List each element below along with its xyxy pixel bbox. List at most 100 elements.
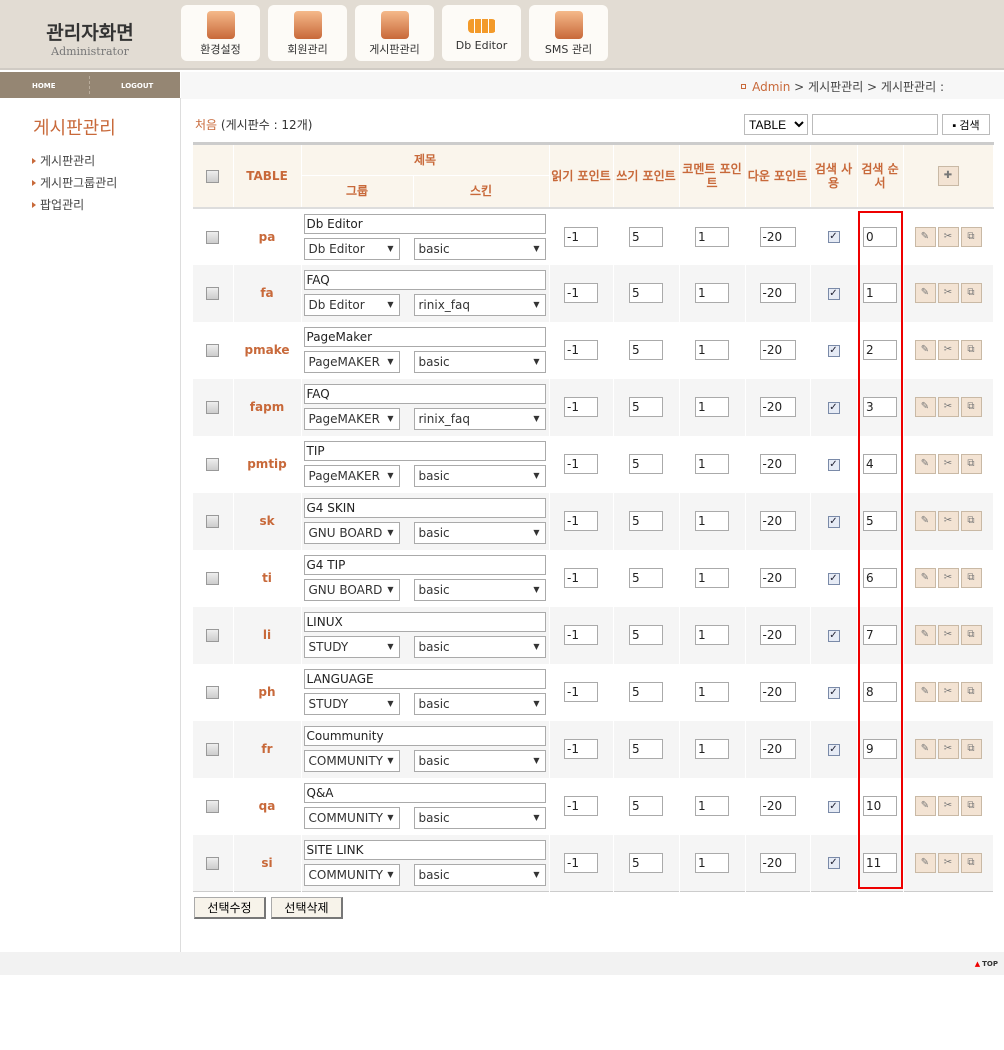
- read-point-input[interactable]: -1: [564, 511, 598, 531]
- comment-point-input[interactable]: 1: [695, 682, 729, 702]
- group-select[interactable]: COMMUNITY: [303, 750, 400, 772]
- menu-members[interactable]: 회원관리: [268, 5, 347, 61]
- delete-selected-button[interactable]: 선택삭제: [271, 897, 343, 919]
- copy-icon[interactable]: ⧉: [960, 454, 982, 474]
- read-point-input[interactable]: -1: [564, 226, 598, 247]
- table-name[interactable]: ti: [233, 549, 302, 607]
- table-name[interactable]: fa: [233, 264, 302, 322]
- search-order-input[interactable]: 1: [863, 283, 897, 303]
- title-input[interactable]: LINUX: [303, 612, 546, 632]
- sidebar-item-board[interactable]: 게시판관리: [32, 152, 117, 174]
- search-order-input[interactable]: 7: [863, 625, 897, 645]
- read-point-input[interactable]: -1: [564, 568, 598, 588]
- group-select[interactable]: STUDY: [303, 636, 400, 658]
- edit-icon[interactable]: ✎: [914, 283, 936, 303]
- home-link[interactable]: HOME: [32, 82, 56, 90]
- table-name[interactable]: pmake: [233, 321, 302, 379]
- table-name[interactable]: si: [233, 834, 302, 892]
- cut-icon[interactable]: ✂: [937, 739, 959, 759]
- search-order-input[interactable]: 10: [863, 796, 897, 816]
- breadcrumb-admin[interactable]: Admin: [752, 80, 790, 94]
- write-point-input[interactable]: 5: [629, 796, 663, 816]
- skin-select[interactable]: basic: [413, 351, 546, 373]
- title-input[interactable]: SITE LINK: [303, 839, 546, 860]
- search-use-checkbox[interactable]: ✓: [827, 629, 840, 642]
- skin-select[interactable]: basic: [413, 807, 546, 829]
- select-all-checkbox[interactable]: [206, 169, 220, 183]
- comment-point-input[interactable]: 1: [695, 283, 729, 303]
- group-select[interactable]: Db Editor: [303, 237, 400, 260]
- edit-icon[interactable]: ✎: [914, 739, 936, 759]
- comment-point-input[interactable]: 1: [695, 568, 729, 588]
- row-checkbox[interactable]: [206, 401, 220, 414]
- table-name[interactable]: qa: [233, 777, 302, 835]
- copy-icon[interactable]: ⧉: [960, 796, 982, 816]
- search-order-input[interactable]: 4: [863, 454, 897, 474]
- down-point-input[interactable]: -20: [759, 397, 796, 417]
- copy-icon[interactable]: ⧉: [960, 397, 982, 417]
- search-order-input[interactable]: 3: [863, 397, 897, 417]
- read-point-input[interactable]: -1: [564, 454, 598, 474]
- sidebar-item-popup[interactable]: 팝업관리: [32, 196, 117, 218]
- down-point-input[interactable]: -20: [759, 852, 796, 873]
- down-point-input[interactable]: -20: [759, 454, 796, 474]
- comment-point-input[interactable]: 1: [695, 454, 729, 474]
- cut-icon[interactable]: ✂: [937, 511, 959, 531]
- search-button[interactable]: ▪ 검색: [942, 114, 990, 135]
- write-point-input[interactable]: 5: [629, 682, 663, 702]
- logo[interactable]: 관리자화면 Administrator: [40, 18, 140, 58]
- edit-icon[interactable]: ✎: [914, 625, 936, 645]
- title-input[interactable]: FAQ: [303, 270, 546, 290]
- search-use-checkbox[interactable]: ✓: [827, 857, 840, 870]
- search-order-input[interactable]: 6: [863, 568, 897, 588]
- title-input[interactable]: LANGUAGE: [303, 669, 546, 689]
- title-input[interactable]: Db Editor: [303, 213, 546, 234]
- menu-board[interactable]: 게시판관리: [355, 5, 434, 61]
- read-point-input[interactable]: -1: [564, 340, 598, 360]
- search-use-checkbox[interactable]: ✓: [827, 800, 840, 813]
- copy-icon[interactable]: ⧉: [960, 739, 982, 759]
- row-checkbox[interactable]: [206, 287, 220, 300]
- comment-point-input[interactable]: 1: [695, 625, 729, 645]
- row-checkbox[interactable]: [206, 800, 220, 813]
- group-select[interactable]: STUDY: [303, 693, 400, 715]
- search-field-select[interactable]: TABLE: [744, 114, 808, 135]
- comment-point-input[interactable]: 1: [695, 796, 729, 816]
- group-select[interactable]: GNU BOARD: [303, 522, 400, 544]
- logout-link[interactable]: LOGOUT: [121, 82, 153, 90]
- read-point-input[interactable]: -1: [564, 682, 598, 702]
- search-use-checkbox[interactable]: ✓: [827, 458, 840, 471]
- comment-point-input[interactable]: 1: [695, 852, 729, 873]
- edit-icon[interactable]: ✎: [914, 397, 936, 417]
- sidebar-item-board-group[interactable]: 게시판그룹관리: [32, 174, 117, 196]
- row-checkbox[interactable]: [206, 686, 220, 699]
- row-checkbox[interactable]: [206, 515, 220, 528]
- row-checkbox[interactable]: [206, 572, 220, 585]
- edit-icon[interactable]: ✎: [914, 226, 936, 247]
- group-select[interactable]: Db Editor: [303, 294, 400, 316]
- copy-icon[interactable]: ⧉: [960, 682, 982, 702]
- group-select[interactable]: PageMAKER: [303, 408, 400, 430]
- search-input[interactable]: [812, 114, 938, 135]
- write-point-input[interactable]: 5: [629, 454, 663, 474]
- down-point-input[interactable]: -20: [759, 568, 796, 588]
- down-point-input[interactable]: -20: [759, 682, 796, 702]
- cut-icon[interactable]: ✂: [937, 796, 959, 816]
- copy-icon[interactable]: ⧉: [960, 568, 982, 588]
- read-point-input[interactable]: -1: [564, 397, 598, 417]
- down-point-input[interactable]: -20: [759, 625, 796, 645]
- write-point-input[interactable]: 5: [629, 511, 663, 531]
- title-input[interactable]: PageMaker: [303, 327, 546, 347]
- edit-icon[interactable]: ✎: [914, 852, 936, 873]
- edit-icon[interactable]: ✎: [914, 796, 936, 816]
- write-point-input[interactable]: 5: [629, 568, 663, 588]
- menu-settings[interactable]: 환경설정: [181, 5, 260, 61]
- copy-icon[interactable]: ⧉: [960, 511, 982, 531]
- copy-icon[interactable]: ⧉: [960, 852, 982, 873]
- title-input[interactable]: G4 TIP: [303, 555, 546, 575]
- cut-icon[interactable]: ✂: [937, 625, 959, 645]
- add-board-button[interactable]: ✚: [937, 165, 959, 186]
- cut-icon[interactable]: ✂: [937, 397, 959, 417]
- down-point-input[interactable]: -20: [759, 511, 796, 531]
- copy-icon[interactable]: ⧉: [960, 625, 982, 645]
